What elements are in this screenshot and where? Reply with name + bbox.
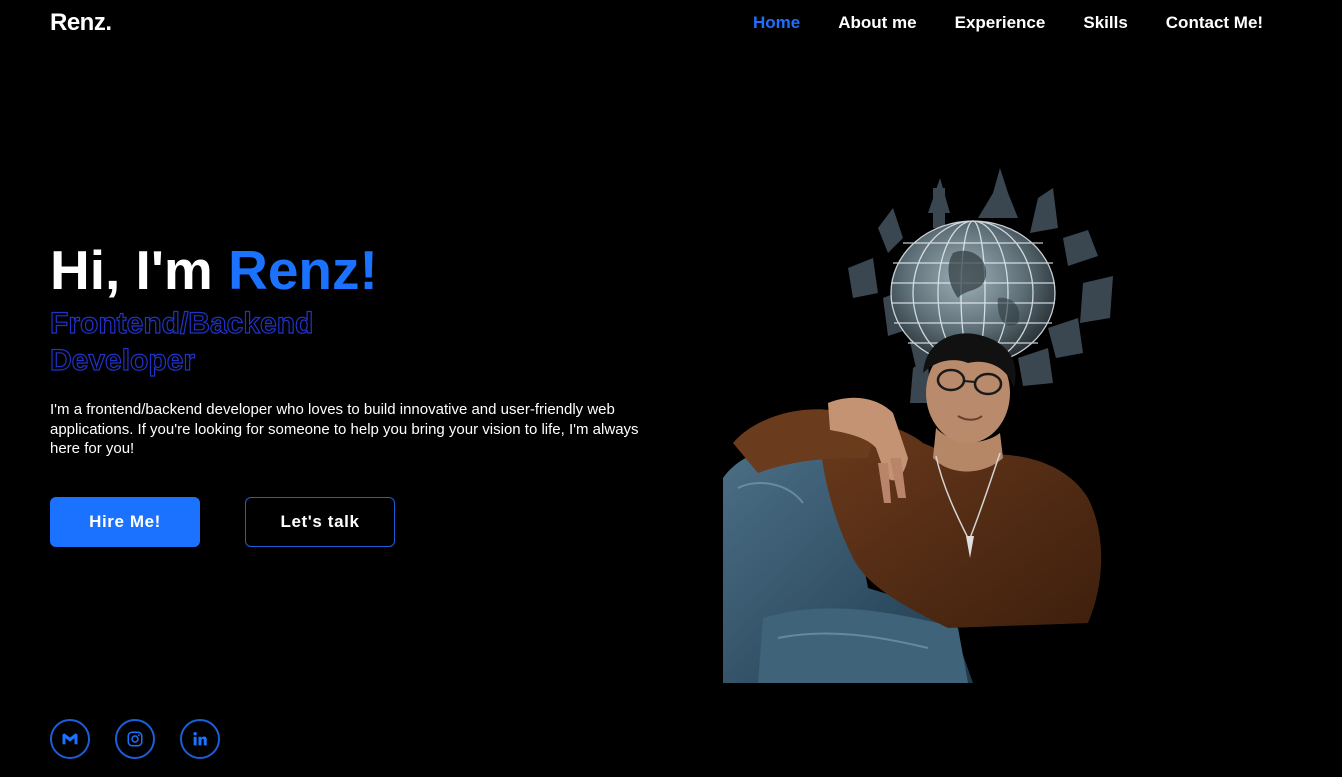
profile-photo — [723, 168, 1113, 683]
main-nav: Home About me Experience Skills Contact … — [753, 13, 1263, 33]
person-head — [923, 333, 1016, 443]
lets-talk-button[interactable]: Let's talk — [245, 497, 395, 547]
instagram-icon — [127, 731, 143, 747]
instagram-link[interactable] — [115, 719, 155, 759]
linkedin-icon — [193, 732, 207, 746]
site-logo[interactable]: Renz. — [50, 9, 112, 37]
nav-home[interactable]: Home — [753, 13, 800, 33]
gmail-icon — [62, 733, 78, 745]
hero-description: I'm a frontend/backend developer who lov… — [50, 401, 639, 457]
hero-title: Hi, I'm Renz! — [50, 240, 378, 301]
portfolio-page: Renz. Home About me Experience Skills Co… — [0, 0, 1342, 777]
hero-role: Frontend/Backend Developer — [49, 306, 314, 377]
nav-contact-me[interactable]: Contact Me! — [1166, 13, 1263, 33]
hire-me-button[interactable]: Hire Me! — [50, 497, 200, 547]
nav-about-me[interactable]: About me — [838, 13, 916, 33]
linkedin-link[interactable] — [180, 719, 220, 759]
hero-name: Renz! — [228, 239, 378, 301]
hero-greeting: Hi, I'm — [50, 239, 229, 301]
gmail-link[interactable] — [50, 719, 90, 759]
nav-skills[interactable]: Skills — [1083, 13, 1127, 33]
nav-experience[interactable]: Experience — [955, 13, 1046, 33]
